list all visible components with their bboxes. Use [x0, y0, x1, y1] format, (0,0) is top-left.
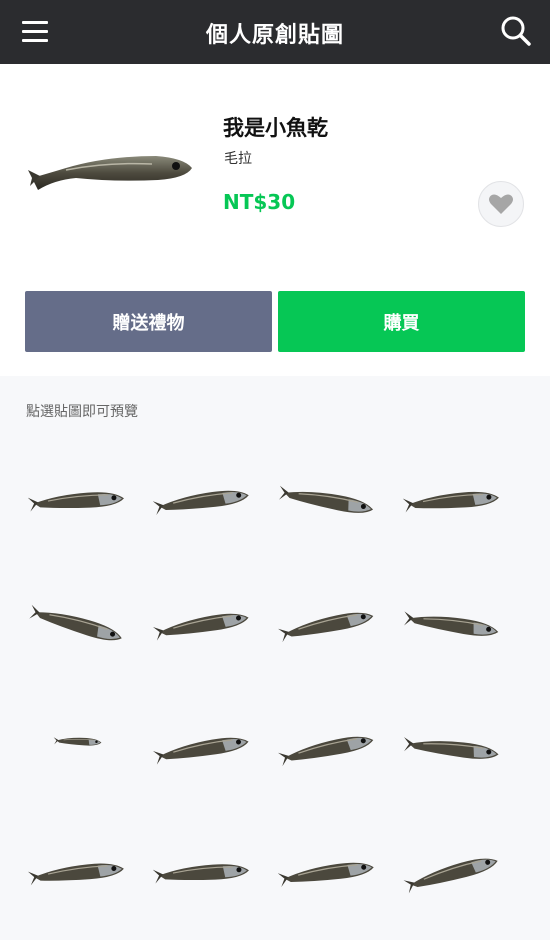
app-header: 個人原創貼圖 — [0, 0, 550, 64]
sticker-item[interactable] — [268, 688, 393, 812]
gift-button[interactable]: 贈送禮物 — [25, 291, 272, 352]
sticker-item[interactable] — [268, 440, 393, 564]
author-link[interactable]: 毛拉 — [224, 148, 252, 168]
sticker-item[interactable] — [268, 564, 393, 688]
fish-sticker-image — [278, 485, 373, 513]
fish-sticker-image — [29, 604, 122, 641]
preview-hint: 點選貼圖即可預覽 — [26, 404, 138, 420]
product-title: 我是小魚乾 — [223, 116, 328, 140]
sticker-item[interactable] — [18, 440, 143, 564]
sticker-item[interactable] — [393, 440, 518, 564]
sticker-item[interactable] — [18, 812, 143, 936]
header-title: 個人原創貼圖 — [205, 23, 344, 48]
sticker-item[interactable] — [18, 564, 143, 688]
sticker-item[interactable] — [393, 812, 518, 936]
fish-sticker-image — [153, 490, 249, 515]
fish-sticker-image — [53, 737, 102, 746]
sticker-item[interactable] — [143, 812, 268, 936]
favorite-button[interactable] — [478, 181, 524, 227]
product-panel: 我是小魚乾 毛拉 NT$30 贈送禮物 購買 — [0, 64, 550, 376]
price: NT$30 — [223, 190, 296, 214]
fish-sticker-image — [403, 491, 499, 513]
sticker-item[interactable] — [393, 688, 518, 812]
sticker-item[interactable] — [143, 564, 268, 688]
fish-sticker-image — [153, 613, 249, 641]
sticker-item[interactable] — [393, 564, 518, 688]
fish-sticker-image — [404, 737, 499, 759]
fish-sticker-image — [278, 612, 374, 643]
fish-sticker-image — [278, 862, 374, 887]
sticker-item[interactable] — [18, 688, 143, 812]
buy-button[interactable]: 購買 — [278, 291, 525, 352]
heart-icon — [489, 194, 513, 214]
fish-sticker-image — [28, 492, 124, 512]
search-icon[interactable] — [500, 15, 532, 47]
sticker-item[interactable] — [268, 812, 393, 936]
fish-sticker-image — [403, 858, 498, 894]
fish-sticker-image — [153, 864, 249, 884]
sticker-item[interactable] — [143, 688, 268, 812]
sticker-thumbnail — [26, 134, 196, 214]
fish-sticker-image — [153, 737, 249, 765]
fish-sticker-image — [28, 863, 124, 886]
fish-sticker-image — [403, 611, 499, 636]
sticker-item[interactable] — [143, 440, 268, 564]
fish-sticker-image — [278, 736, 374, 767]
sticker-grid — [18, 440, 518, 936]
